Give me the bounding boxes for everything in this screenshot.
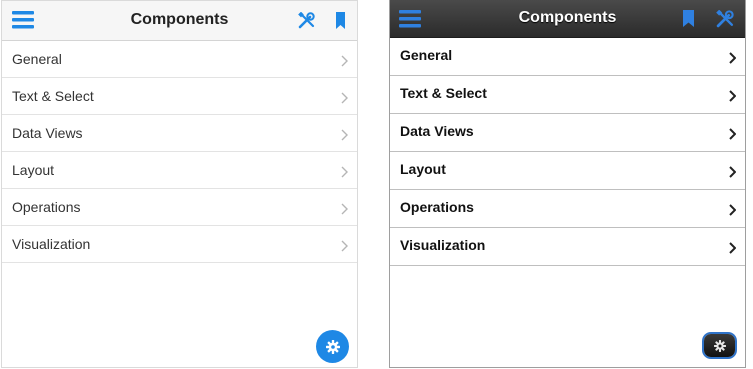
gear-icon xyxy=(325,339,340,354)
chevron-right-icon xyxy=(729,89,737,107)
bookmark-icon[interactable] xyxy=(336,12,345,34)
list-item-general[interactable]: General xyxy=(390,38,745,76)
chevron-right-icon xyxy=(341,165,348,183)
chevron-right-icon xyxy=(729,241,737,259)
list-item-label: Layout xyxy=(400,161,446,177)
list-item-data-views[interactable]: Data Views xyxy=(2,115,357,152)
component-list: General Text & Select Data Views Layout … xyxy=(2,41,357,263)
left-header-bar: Components xyxy=(2,1,357,41)
list-item-label: Data Views xyxy=(400,123,474,139)
list-item-operations[interactable]: Operations xyxy=(390,190,745,228)
chevron-right-icon xyxy=(341,128,348,146)
wrench-screwdriver-icon[interactable] xyxy=(716,9,734,33)
chevron-right-icon xyxy=(729,127,737,145)
list-item-visualization[interactable]: Visualization xyxy=(2,226,357,263)
list-item-layout[interactable]: Layout xyxy=(390,152,745,190)
right-app-panel: Components General Text & Select Data Vi… xyxy=(389,0,746,368)
list-item-label: Visualization xyxy=(400,237,486,253)
left-app-panel: Components General Text & Select Data Vi… xyxy=(1,0,358,368)
list-item-general[interactable]: General xyxy=(2,41,357,78)
list-item-data-views[interactable]: Data Views xyxy=(390,114,745,152)
list-item-label: Text & Select xyxy=(400,85,487,101)
list-item-text-select[interactable]: Text & Select xyxy=(390,76,745,114)
list-item-label: General xyxy=(12,51,62,67)
component-list: General Text & Select Data Views Layout … xyxy=(390,38,745,266)
right-header-bar: Components xyxy=(390,0,745,38)
list-item-label: Layout xyxy=(12,162,55,178)
chevron-right-icon xyxy=(729,165,737,183)
list-item-layout[interactable]: Layout xyxy=(2,152,357,189)
list-item-label: Data Views xyxy=(12,125,83,141)
chevron-right-icon xyxy=(341,54,348,72)
list-item-operations[interactable]: Operations xyxy=(2,189,357,226)
chevron-right-icon xyxy=(341,202,348,220)
list-item-label: Operations xyxy=(400,199,474,215)
settings-fab-button[interactable] xyxy=(704,334,735,357)
bookmark-icon[interactable] xyxy=(683,10,694,32)
chevron-right-icon xyxy=(729,203,737,221)
wrench-screwdriver-icon[interactable] xyxy=(298,11,315,34)
chevron-right-icon xyxy=(341,239,348,257)
list-item-label: General xyxy=(400,47,453,63)
settings-fab-button[interactable] xyxy=(316,330,349,363)
chevron-right-icon xyxy=(341,91,348,109)
list-item-label: Text & Select xyxy=(12,88,94,104)
list-item-label: Visualization xyxy=(12,236,91,252)
list-item-label: Operations xyxy=(12,199,81,215)
chevron-right-icon xyxy=(729,51,737,69)
gear-icon xyxy=(713,339,726,352)
list-item-visualization[interactable]: Visualization xyxy=(390,228,745,266)
list-item-text-select[interactable]: Text & Select xyxy=(2,78,357,115)
